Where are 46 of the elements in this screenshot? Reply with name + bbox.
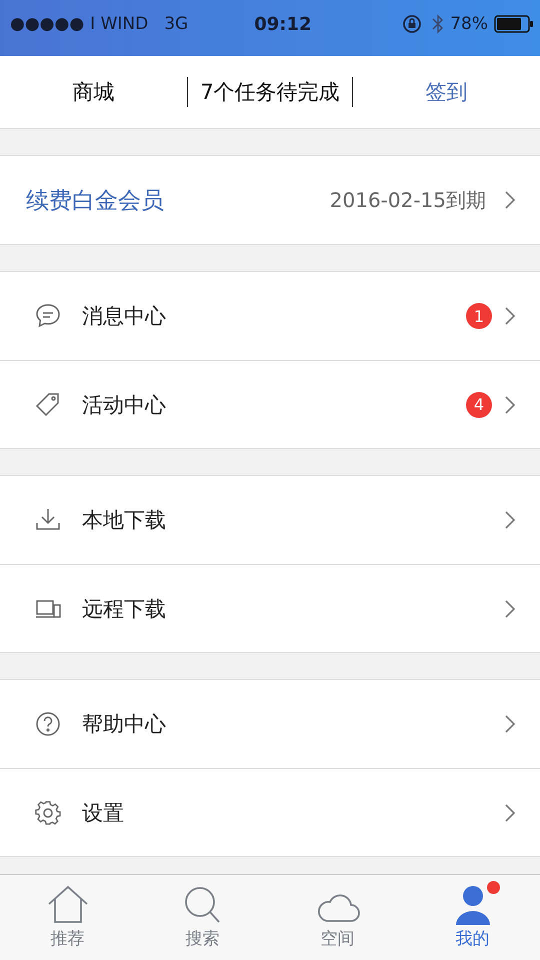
tab-item[interactable]: 推荐: [0, 875, 135, 960]
network-type: 3G: [164, 14, 188, 34]
battery-icon: [494, 15, 534, 33]
menu-row[interactable]: 本地下载: [0, 476, 540, 564]
tag-icon: [34, 390, 62, 418]
menu-label: 活动中心: [82, 392, 167, 418]
chevron-icon: [504, 394, 516, 414]
tab-label: 我的: [456, 928, 490, 950]
menu-row[interactable]: 远程下载: [0, 564, 540, 652]
tab-item[interactable]: 搜索: [135, 875, 270, 960]
menu-label: 本地下载: [82, 507, 167, 534]
count-badge: 1: [466, 303, 492, 329]
bluetooth-icon: [432, 14, 444, 34]
tab-item[interactable]: 我的: [405, 875, 540, 960]
menu-row[interactable]: 消息中心 1: [0, 272, 540, 360]
task-count-link[interactable]: 7个任务待完成: [187, 77, 353, 107]
membership-label: 续费白金会员: [26, 186, 165, 216]
menu-label: 远程下载: [82, 596, 167, 622]
menu-row[interactable]: 帮助中心: [0, 680, 540, 768]
menu-label: 帮助中心: [82, 711, 167, 738]
menu-label: 设置: [82, 800, 125, 826]
tab-item[interactable]: 空间: [270, 875, 405, 960]
mall-link[interactable]: 商城: [0, 78, 188, 106]
tab-label: 搜索: [186, 928, 220, 950]
chevron-icon: [504, 802, 516, 822]
signal-dots: ●●●●●: [10, 14, 84, 34]
help-icon: [34, 710, 62, 738]
tab-label: 推荐: [50, 928, 84, 950]
gear-icon: [34, 798, 62, 826]
speech-bubble-icon: [34, 302, 62, 330]
menu-label: 消息中心: [82, 303, 167, 330]
check-in-link[interactable]: 签到: [352, 78, 540, 106]
battery-percent: 78%: [450, 14, 488, 34]
tab-label: 空间: [320, 928, 354, 950]
chevron-icon: [504, 190, 516, 210]
chevron-icon: [504, 714, 516, 734]
chevron-icon: [504, 510, 516, 530]
count-badge: 4: [466, 392, 492, 418]
status-time: 09:12: [254, 14, 312, 34]
menu-row[interactable]: 活动中心 4: [0, 360, 540, 448]
chevron-icon: [504, 598, 516, 618]
membership-expiry: 2016-02-15到期: [330, 186, 486, 214]
chevron-icon: [504, 306, 516, 326]
membership-row[interactable]: 续费白金会员 2016-02-15到期: [0, 155, 540, 245]
menu-row[interactable]: 设置: [0, 768, 540, 856]
carrier-name: I WIND: [90, 14, 148, 34]
